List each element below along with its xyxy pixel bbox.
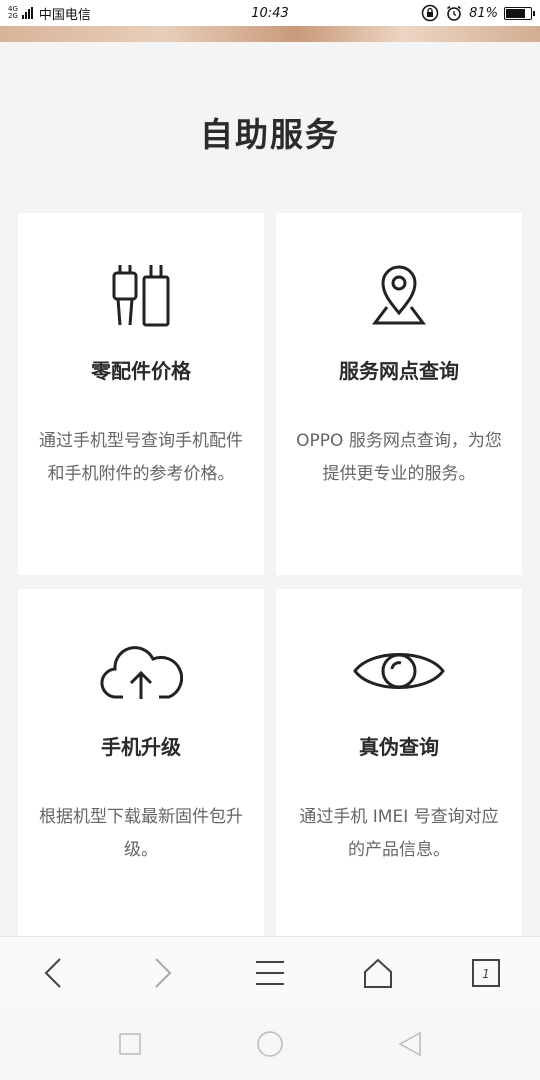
lock-rotation-icon — [421, 4, 439, 22]
battery-icon — [504, 6, 535, 20]
forward-arrow-icon — [155, 957, 172, 988]
tab-count: 1 — [482, 967, 490, 981]
home-button[interactable] — [348, 943, 408, 1003]
tabs-button[interactable]: 1 — [456, 943, 516, 1003]
back-button[interactable] — [24, 943, 84, 1003]
network-2g-label: 2G — [8, 12, 18, 20]
alarm-clock-icon — [447, 5, 462, 21]
menu-button[interactable] — [240, 943, 300, 1003]
system-home-button[interactable] — [250, 1024, 290, 1064]
card-description: 根据机型下载最新固件包升级。 — [39, 807, 243, 860]
battery-percent: 81% — [469, 5, 498, 21]
battery-fill — [506, 8, 526, 18]
card-title: 服务网点查询 — [339, 359, 459, 383]
menu-icon — [256, 960, 284, 985]
cloud-upload-icon — [18, 639, 264, 703]
card-authenticity-check[interactable]: 真伪查询 通过手机 IMEI 号查询对应的产品信息。 — [276, 589, 522, 936]
tabs-icon: 1 — [472, 958, 500, 987]
system-back-button[interactable] — [390, 1024, 430, 1064]
home-icon — [364, 958, 392, 988]
back-triangle-icon — [398, 1031, 421, 1057]
recent-apps-button[interactable] — [110, 1024, 150, 1064]
location-pin-map-icon — [276, 263, 522, 327]
network-type: 4G 2G — [8, 6, 18, 20]
card-description: 通过手机 IMEI 号查询对应的产品信息。 — [299, 807, 499, 860]
status-right: 81% — [421, 4, 535, 22]
carrier-name: 中国电信 — [38, 7, 91, 23]
recent-apps-icon — [119, 1033, 141, 1055]
card-description: 通过手机型号查询手机配件和手机附件的参考价格。 — [39, 431, 243, 484]
status-left: 4G 2G 中国电信 — [8, 4, 91, 23]
back-arrow-icon — [44, 957, 61, 988]
charger-cable-icon — [18, 263, 264, 327]
card-title: 零配件价格 — [91, 359, 191, 383]
card-parts-price[interactable]: 零配件价格 通过手机型号查询手机配件和手机附件的参考价格。 — [18, 213, 264, 575]
forward-button[interactable] — [132, 943, 192, 1003]
browser-toolbar: 1 — [0, 936, 540, 1008]
status-bar: 4G 2G 中国电信 10:43 81% — [0, 0, 540, 26]
system-nav-bar — [0, 1008, 540, 1080]
home-circle-icon — [257, 1031, 283, 1057]
card-service-outlets[interactable]: 服务网点查询 OPPO 服务网点查询，为您提供更专业的服务。 — [276, 213, 522, 575]
eye-icon — [276, 639, 522, 703]
section-title: 自助服务 — [200, 115, 340, 154]
card-title: 真伪查询 — [359, 735, 439, 759]
card-description: OPPO 服务网点查询，为您提供更专业的服务。 — [296, 431, 502, 484]
signal-icon — [21, 7, 33, 19]
card-title: 手机升级 — [101, 735, 181, 759]
banner-image-bottom — [0, 26, 540, 42]
card-phone-upgrade[interactable]: 手机升级 根据机型下载最新固件包升级。 — [18, 589, 264, 936]
